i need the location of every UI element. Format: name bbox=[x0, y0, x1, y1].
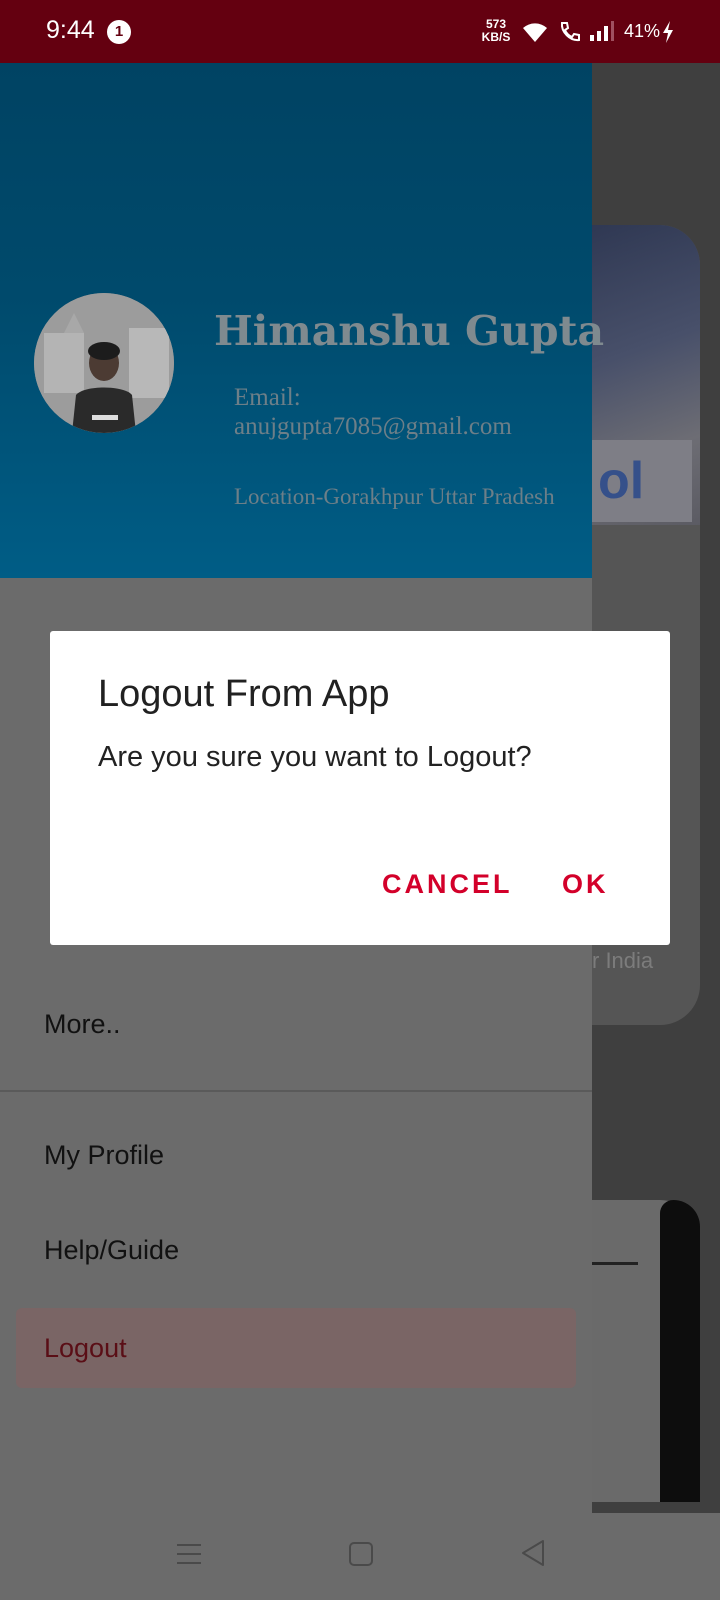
drawer-divider bbox=[0, 1090, 592, 1092]
signal-icon bbox=[589, 20, 615, 47]
drawer-item-logout-label: Logout bbox=[44, 1333, 127, 1363]
dialog-title: Logout From App bbox=[98, 673, 390, 715]
background-card-caption: r India bbox=[592, 948, 654, 973]
recents-menu-icon[interactable] bbox=[176, 1541, 202, 1572]
notification-badge: 1 bbox=[107, 20, 131, 44]
network-speed: 573 KB/S bbox=[481, 18, 511, 44]
cancel-button[interactable]: CANCEL bbox=[382, 869, 513, 900]
background-card-2-image bbox=[660, 1200, 700, 1502]
wifi-icon bbox=[521, 20, 549, 49]
dialog-message: Are you sure you want to Logout? bbox=[98, 741, 532, 773]
status-bar: 9:44 1 573 KB/S 41% bbox=[0, 0, 720, 63]
avatar[interactable] bbox=[34, 293, 174, 433]
profile-location: Location-Gorakhpur Uttar Pradesh bbox=[234, 484, 555, 509]
drawer-item-logout[interactable]: Logout bbox=[16, 1308, 576, 1388]
battery-percentage: 41% bbox=[624, 21, 661, 41]
drawer-item-more[interactable]: More.. bbox=[44, 1009, 121, 1040]
background-card-logo: ol bbox=[592, 440, 692, 522]
ok-button[interactable]: OK bbox=[562, 869, 609, 900]
drawer-header: Himanshu Gupta Email: anujgupta7085@gmai… bbox=[0, 63, 604, 578]
drawer-item-my-profile[interactable]: My Profile bbox=[44, 1140, 164, 1171]
status-time: 9:44 bbox=[46, 16, 95, 44]
wifi-call-icon bbox=[558, 21, 582, 48]
home-icon[interactable] bbox=[348, 1541, 374, 1572]
network-speed-unit: KB/S bbox=[481, 30, 511, 44]
logout-dialog: Logout From App Are you sure you want to… bbox=[50, 631, 670, 945]
profile-email: Email: anujgupta7085@gmail.com bbox=[234, 384, 512, 440]
background-card-2-line bbox=[592, 1262, 638, 1265]
profile-name: Himanshu Gupta bbox=[214, 307, 605, 355]
charging-icon bbox=[662, 21, 674, 48]
back-icon[interactable] bbox=[520, 1539, 546, 1572]
system-nav-bar bbox=[0, 1513, 720, 1600]
drawer-item-help-guide[interactable]: Help/Guide bbox=[44, 1235, 179, 1266]
